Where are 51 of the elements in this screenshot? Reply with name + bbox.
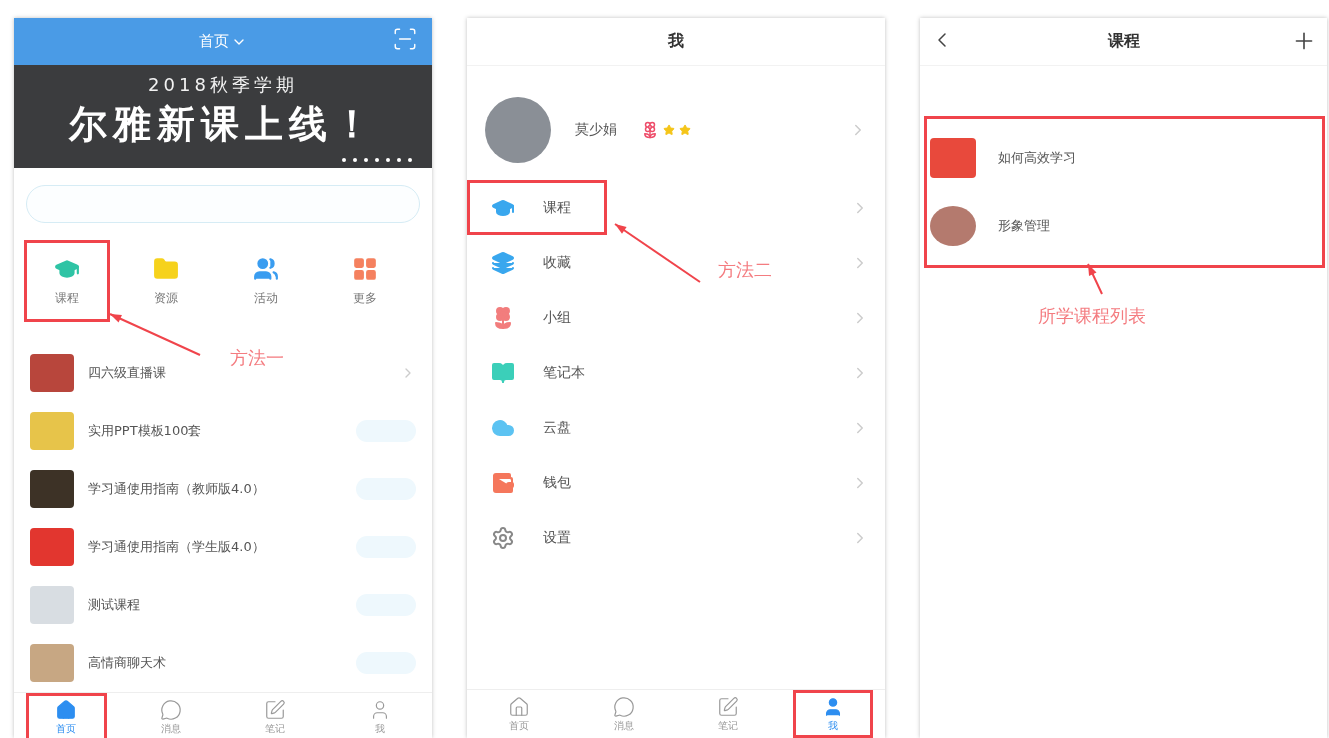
screen-title: 我 bbox=[668, 31, 684, 52]
course-title[interactable]: 高情商聊天术 bbox=[88, 654, 342, 672]
scan-icon[interactable] bbox=[392, 26, 418, 52]
search-field[interactable] bbox=[26, 185, 420, 223]
banner-headline: 尔雅新课上线！ bbox=[69, 101, 377, 148]
course-thumbnail bbox=[930, 138, 976, 178]
banner[interactable]: 2018秋季学期 尔雅新课上线！ bbox=[14, 65, 432, 168]
menu-item[interactable]: 课程 bbox=[467, 180, 607, 235]
annotation-label: 方法二 bbox=[718, 258, 772, 282]
course-thumbnail bbox=[930, 206, 976, 246]
course-title[interactable]: 如何高效学习 bbox=[998, 149, 1076, 167]
course-title[interactable]: 形象管理 bbox=[998, 217, 1050, 235]
grid-icon bbox=[352, 255, 379, 282]
chat-bubble-icon bbox=[159, 698, 182, 721]
edit-icon bbox=[264, 698, 287, 721]
home-icon bbox=[508, 695, 531, 718]
course-thumbnail bbox=[30, 412, 74, 450]
home-icon bbox=[55, 698, 78, 721]
edit-icon bbox=[717, 695, 740, 718]
quick-link[interactable]: 更多 bbox=[322, 240, 408, 322]
chat-bubble-icon bbox=[612, 695, 635, 718]
annotation-label: 所学课程列表 bbox=[1038, 304, 1146, 328]
wallet-icon bbox=[491, 470, 515, 495]
screen-title: 课程 bbox=[1107, 31, 1140, 52]
banner-subtitle: 2018秋季学期 bbox=[148, 73, 298, 97]
people-icon bbox=[252, 255, 279, 282]
star-icon bbox=[679, 124, 691, 136]
annotation-label: 方法一 bbox=[230, 346, 284, 370]
course-thumbnail bbox=[30, 354, 74, 392]
flower-badge-icon bbox=[641, 121, 659, 139]
notebook-icon bbox=[491, 360, 515, 385]
star-icon bbox=[663, 124, 675, 136]
quick-link[interactable]: 资源 bbox=[123, 240, 209, 322]
course-thumbnail bbox=[30, 586, 74, 624]
layers-icon bbox=[491, 250, 515, 275]
course-title[interactable]: 实用PPT模板100套 bbox=[88, 422, 342, 440]
course-thumbnail bbox=[30, 528, 74, 566]
folder-icon bbox=[153, 255, 180, 282]
course-thumbnail bbox=[30, 470, 74, 508]
tab-bar-item[interactable]: 首页 bbox=[26, 693, 107, 738]
user-name: 莫少娟 bbox=[575, 121, 617, 139]
carousel-dots-icon bbox=[342, 158, 412, 162]
course-title[interactable]: 学习通使用指南（学生版4.0） bbox=[88, 538, 342, 556]
settings-icon bbox=[491, 525, 515, 550]
tab-bar-item[interactable]: 我 bbox=[792, 690, 873, 738]
course-title[interactable]: 学习通使用指南（教师版4.0） bbox=[88, 480, 342, 498]
course-thumbnail bbox=[30, 644, 74, 682]
quick-link[interactable]: 活动 bbox=[223, 240, 309, 322]
quick-link[interactable]: 课程 bbox=[24, 240, 110, 322]
course-title[interactable]: 测试课程 bbox=[88, 596, 342, 614]
annotation-arrow bbox=[1087, 263, 1103, 295]
